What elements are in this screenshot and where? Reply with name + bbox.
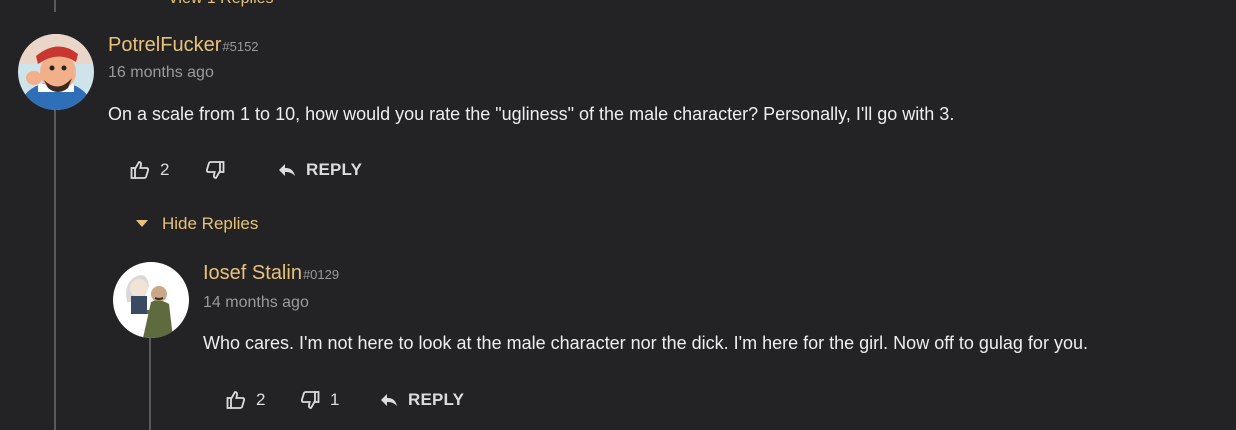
thumbs-down-icon [300,390,320,410]
avatar[interactable] [113,262,189,338]
timestamp: 14 months ago [203,294,309,311]
thread-line-reply [149,338,151,430]
reply-arrow-icon [380,392,398,408]
reply-arrow-icon [278,162,296,178]
comment-text: Who cares. I'm not here to look at the m… [203,333,1088,353]
hide-replies-toggle[interactable]: Hide Replies [136,214,258,234]
thumbs-down-icon [205,160,225,180]
like-button[interactable]: 2 [130,160,169,180]
comment-header: PotrelFucker #5152 [108,34,259,57]
avatar[interactable] [18,34,94,110]
user-tag: #5152 [222,39,259,54]
caret-down-icon [136,220,148,228]
reply-label: REPLY [306,160,363,179]
dislike-count: 1 [330,390,340,409]
user-tag: #0129 [302,267,340,282]
like-count: 2 [160,160,170,179]
thumbs-up-icon [130,160,150,180]
dislike-button[interactable]: 1 [300,390,339,410]
hide-replies-label: Hide Replies [162,214,259,233]
timestamp: 16 months ago [108,64,214,81]
thread-line-main [54,108,56,430]
comment-text: On a scale from 1 to 10, how would you r… [108,104,955,124]
like-count: 2 [256,390,266,409]
reply-button[interactable]: REPLY [278,160,362,180]
like-button[interactable]: 2 [226,390,265,410]
reply-button[interactable]: REPLY [380,390,464,410]
thread-line-top [54,0,56,12]
view-replies-link[interactable]: View 1 Replies [168,0,274,8]
reply-label: REPLY [408,390,465,409]
dislike-button[interactable] [205,160,235,180]
comment-header: Iosef Stalin #0129 [203,262,339,285]
username[interactable]: PotrelFucker [108,34,221,57]
thumbs-up-icon [226,390,246,410]
username[interactable]: Iosef Stalin [203,262,302,285]
